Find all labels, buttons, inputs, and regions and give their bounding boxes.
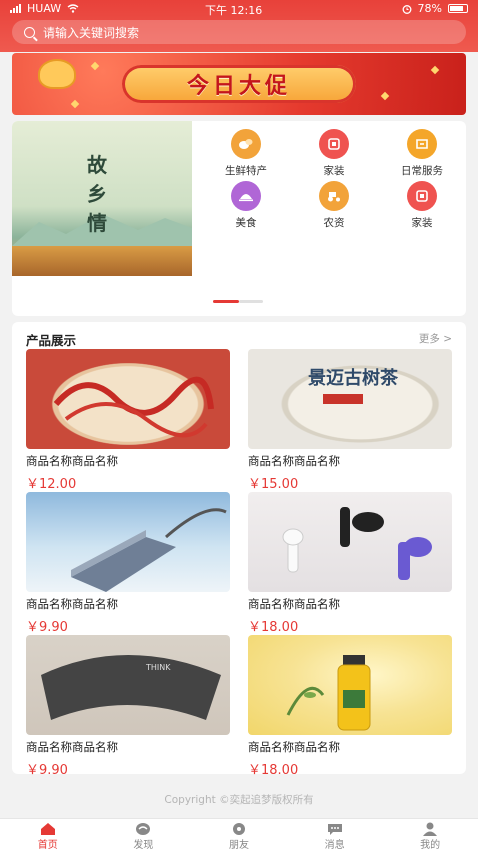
product-card[interactable]: 商品名称商品名称 ￥9.90 (26, 492, 230, 635)
product-card[interactable]: 商品名称商品名称 ￥18.00 (248, 492, 452, 635)
header: HUAW 下午 12:16 78% 请输入关键词搜索 (0, 0, 478, 52)
svg-text:THINK: THINK (145, 663, 171, 672)
tab-bar: 首页 发现 朋友 消息 我的 (0, 818, 478, 850)
search-bar[interactable]: 请输入关键词搜索 (12, 20, 466, 44)
product-card[interactable]: 商品名称商品名称 ￥12.00 (26, 349, 230, 492)
clock: 下午 12:16 (205, 4, 263, 17)
alarm-icon (402, 4, 411, 14)
mooncake-gift-box-image[interactable] (26, 349, 230, 449)
category-label: 生鲜特产 (225, 165, 267, 177)
tab-label: 朋友 (228, 840, 249, 850)
product-card[interactable]: 景迈古树茶 商品名称商品名称 ￥15.00 (248, 349, 452, 492)
copyright: Copyright ©奕起追梦版权所有 (164, 794, 314, 806)
battery-icon (448, 4, 468, 13)
product-price: ￥15.00 (248, 477, 299, 492)
fresh-food-icon (231, 129, 261, 159)
category-item[interactable]: 家装 (290, 129, 378, 178)
home-decor-icon (319, 129, 349, 159)
product-price: ￥9.90 (26, 763, 68, 778)
usb-hub-image[interactable] (26, 492, 230, 592)
product-name: 商品名称商品名称 (248, 740, 340, 754)
poster-title: 故乡情 (87, 153, 107, 235)
category-item[interactable]: 家装 (378, 181, 466, 230)
category-label: 日常服务 (401, 165, 443, 177)
battery-percent: 78% (417, 2, 442, 15)
pu-erh-tea-cake-image[interactable]: 景迈古树茶 (248, 349, 452, 449)
category-item[interactable]: 生鲜特产 (202, 129, 290, 178)
product-card[interactable]: THINK 商品名称商品名称 ￥9.90 (26, 635, 230, 778)
red-packet-icon (38, 59, 76, 89)
tab-friends[interactable]: 朋友 (191, 819, 287, 850)
olive-oil-bottle-image[interactable] (248, 635, 452, 735)
tab-label: 发现 (133, 840, 154, 850)
carousel-dot-active (213, 300, 239, 303)
search-placeholder[interactable]: 请输入关键词搜索 (43, 24, 139, 41)
product-name: 商品名称商品名称 (26, 454, 118, 468)
message-icon (327, 821, 343, 835)
discover-icon (135, 821, 151, 835)
home-decor-icon (407, 181, 437, 211)
wireless-earbuds-image[interactable] (248, 492, 452, 592)
category-label: 美食 (235, 217, 257, 229)
tab-label: 我的 (420, 840, 441, 850)
search-icon (24, 26, 35, 38)
banner-ribbon: 今日大促 (122, 65, 356, 103)
product-card[interactable]: 商品名称商品名称 ￥18.00 (248, 635, 452, 778)
signal-icon (10, 4, 21, 13)
neck-massager-image[interactable]: THINK (26, 635, 230, 735)
category-item[interactable]: 美食 (202, 181, 290, 230)
category-item[interactable]: 农资 (290, 181, 378, 230)
home-icon (40, 821, 56, 835)
more-link[interactable]: 更多 > (419, 331, 452, 346)
wifi-icon (67, 4, 79, 13)
product-price: ￥18.00 (248, 620, 299, 635)
category-label: 农资 (323, 217, 345, 229)
tab-profile[interactable]: 我的 (382, 819, 478, 850)
tab-label: 消息 (324, 840, 345, 850)
product-price: ￥9.90 (26, 620, 68, 635)
product-price: ￥12.00 (26, 477, 77, 492)
carousel-indicator (213, 300, 263, 303)
tab-label: 首页 (37, 840, 58, 850)
tab-discover[interactable]: 发现 (96, 819, 192, 850)
promo-banner[interactable]: 今日大促 (12, 53, 466, 115)
category-label: 家装 (323, 165, 345, 177)
category-label: 家装 (411, 217, 433, 229)
profile-icon (422, 821, 438, 836)
banner-title: 今日大促 (186, 73, 291, 99)
product-name: 商品名称商品名称 (26, 597, 118, 611)
product-name: 商品名称商品名称 (26, 740, 118, 754)
carrier-label: HUAW (27, 2, 62, 15)
product-price: ￥18.00 (248, 763, 299, 778)
tractor-icon (319, 181, 349, 211)
product-name: 商品名称商品名称 (248, 597, 340, 611)
section-title: 产品展示 (26, 333, 77, 348)
tab-home[interactable]: 首页 (0, 819, 96, 850)
status-bar: HUAW 下午 12:16 78% (0, 0, 478, 17)
product-name: 商品名称商品名称 (248, 454, 340, 468)
products-card: 产品展示 更多 > 商品名称商品名称 ￥12.00 景迈古树茶 商品名称商品名称 … (12, 322, 466, 778)
friends-icon (231, 821, 247, 835)
daily-service-icon (407, 129, 437, 159)
tab-message[interactable]: 消息 (287, 819, 383, 850)
category-card: 故乡情 生鲜特产 家装 日常服务 美食 农资 家装 (12, 121, 466, 316)
svg-text:景迈古树茶: 景迈古树茶 (308, 367, 399, 389)
hometown-poster[interactable]: 故乡情 (12, 121, 192, 276)
category-item[interactable]: 日常服务 (378, 129, 466, 178)
cuisine-icon (231, 181, 261, 211)
carousel-dot (239, 300, 263, 303)
